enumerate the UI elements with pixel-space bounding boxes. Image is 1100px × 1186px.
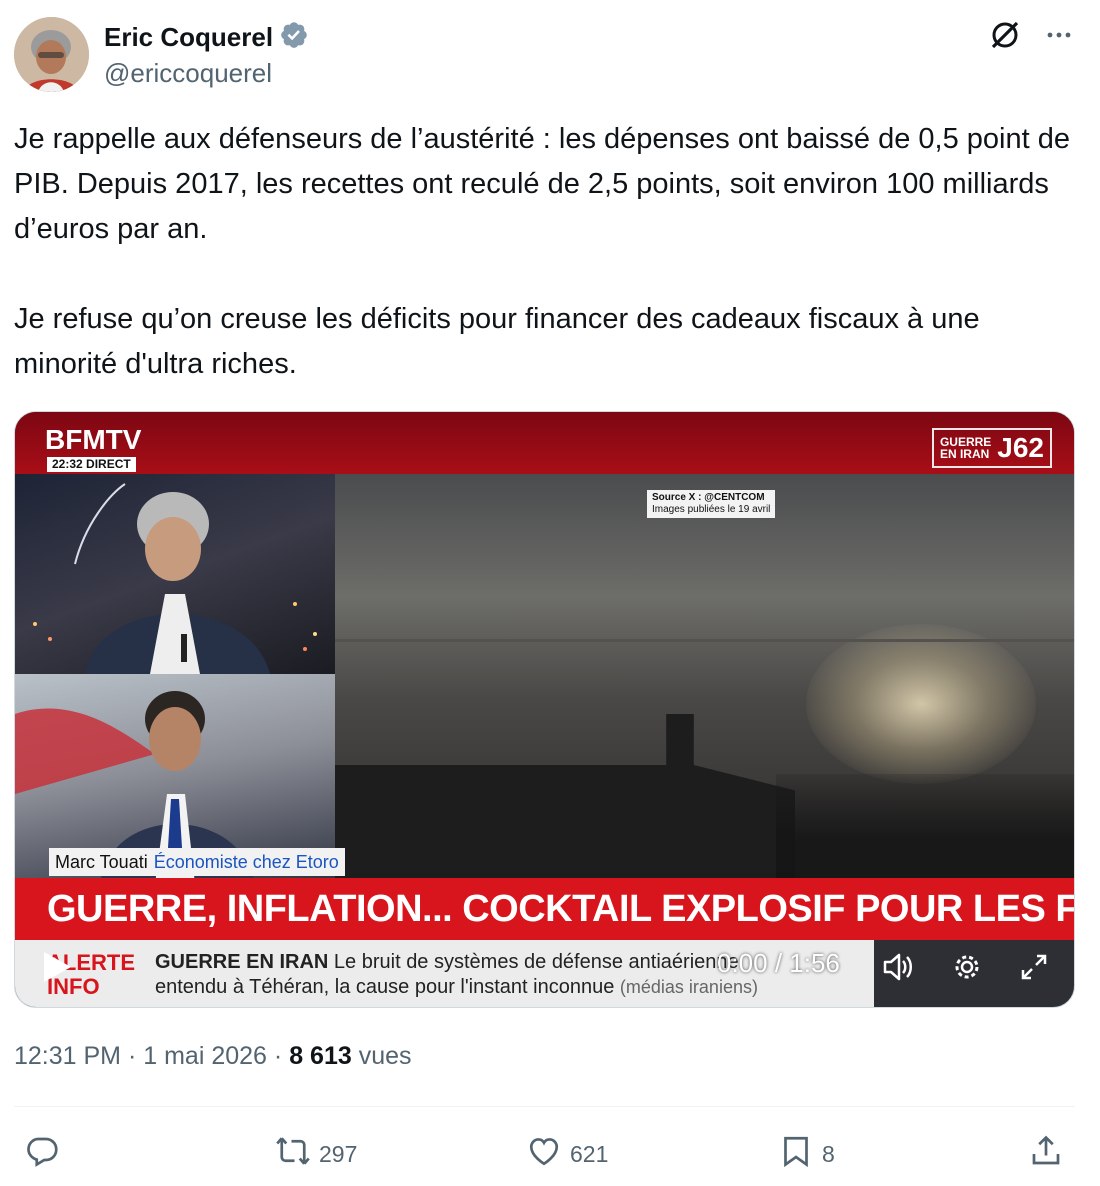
video-player[interactable]: BFMTV 22:32 DIRECT GUERRE EN IRAN J62 So… bbox=[14, 411, 1075, 1008]
share-button[interactable] bbox=[1028, 1133, 1064, 1175]
views-label: vues bbox=[358, 1042, 412, 1070]
tweet-time[interactable]: 12:31 PM bbox=[14, 1042, 121, 1070]
play-icon[interactable] bbox=[41, 950, 73, 984]
alert-label: ALERTE INFO bbox=[15, 940, 155, 1007]
more-icon[interactable] bbox=[1044, 20, 1074, 55]
source-line2: Images publiées le 19 avril bbox=[652, 504, 771, 515]
retweet-button[interactable]: 297 bbox=[275, 1133, 357, 1175]
source-line1: Source X : @CENTCOM bbox=[652, 492, 765, 503]
author-avatar[interactable] bbox=[14, 17, 89, 92]
sea-footage bbox=[335, 474, 1074, 884]
war-day-tag: GUERRE EN IRAN J62 bbox=[931, 428, 1052, 468]
channel-logo: BFMTV bbox=[45, 424, 142, 455]
fullscreen-icon[interactable] bbox=[1017, 950, 1051, 984]
share-icon bbox=[1028, 1133, 1064, 1175]
tweet-paragraph: Je rappelle aux défenseurs de l’austérit… bbox=[14, 123, 1070, 245]
guest-role: Économiste chez Etoro bbox=[153, 851, 339, 872]
reply-button[interactable] bbox=[24, 1133, 68, 1175]
ticker-text: GUERRE EN IRAN Le bruit de systèmes de d… bbox=[155, 950, 758, 1000]
views-count: 8 613 bbox=[289, 1042, 352, 1070]
headline-bar: GUERRE, INFLATION... COCKTAIL EXPLOSIF P… bbox=[15, 878, 1074, 940]
retweet-icon bbox=[275, 1133, 311, 1175]
reply-icon bbox=[24, 1133, 60, 1175]
author-handle[interactable]: @ericcoquerel bbox=[104, 58, 272, 89]
ticker-keyword: GUERRE EN IRAN bbox=[155, 950, 329, 973]
divider bbox=[14, 1106, 1075, 1107]
guest-name: Marc Touati bbox=[55, 851, 148, 872]
meta-separator: · bbox=[127, 1042, 137, 1070]
volume-icon[interactable] bbox=[881, 950, 915, 984]
meta-separator: · bbox=[273, 1042, 283, 1070]
video-time: 0:00 / 1:56 bbox=[717, 948, 840, 978]
top-actions bbox=[988, 18, 1074, 57]
source-tag: Source X : @CENTCOM Images publiées le 1… bbox=[647, 490, 776, 518]
like-count: 621 bbox=[570, 1140, 609, 1167]
verified-badge-icon bbox=[279, 20, 309, 55]
bookmark-icon bbox=[778, 1133, 814, 1175]
grok-icon[interactable] bbox=[988, 18, 1022, 57]
presenter-panel bbox=[15, 474, 335, 674]
tweet-meta: 12:31 PM · 1 mai 2026 · 8 613 vues bbox=[14, 1042, 412, 1071]
like-icon bbox=[526, 1133, 562, 1175]
channel-banner: BFMTV 22:32 DIRECT GUERRE EN IRAN J62 bbox=[15, 412, 1074, 474]
settings-icon[interactable] bbox=[950, 950, 984, 984]
news-ticker: ALERTE INFO GUERRE EN IRAN Le bruit de s… bbox=[15, 940, 1074, 1007]
tag-line2: EN IRAN bbox=[939, 447, 990, 461]
tweet-text: Je rappelle aux défenseurs de l’austérit… bbox=[14, 117, 1084, 387]
tweet-date[interactable]: 1 mai 2026 bbox=[143, 1042, 267, 1070]
retweet-count: 297 bbox=[319, 1140, 358, 1167]
author-name-row: Eric Coquerel bbox=[104, 20, 309, 55]
like-button[interactable]: 621 bbox=[526, 1133, 608, 1175]
bookmark-button[interactable]: 8 bbox=[778, 1133, 835, 1175]
video-headline: GUERRE, INFLATION... COCKTAIL EXPLOSIF P… bbox=[47, 887, 1074, 930]
ticker-line1: Le bruit de systèmes de défense antiaéri… bbox=[333, 950, 739, 973]
bookmark-count: 8 bbox=[822, 1140, 835, 1167]
ticker-source: (médias iraniens) bbox=[619, 976, 758, 997]
guest-namebar: Marc Touati Économiste chez Etoro bbox=[49, 848, 345, 876]
tweet-paragraph: Je refuse qu’on creuse les déficits pour… bbox=[14, 303, 980, 380]
tag-day: J62 bbox=[997, 432, 1044, 463]
ticker-line2: entendu à Téhéran, la cause pour l'insta… bbox=[155, 975, 615, 998]
author-display-name[interactable]: Eric Coquerel bbox=[104, 22, 273, 53]
channel-time: 22:32 DIRECT bbox=[47, 457, 136, 472]
